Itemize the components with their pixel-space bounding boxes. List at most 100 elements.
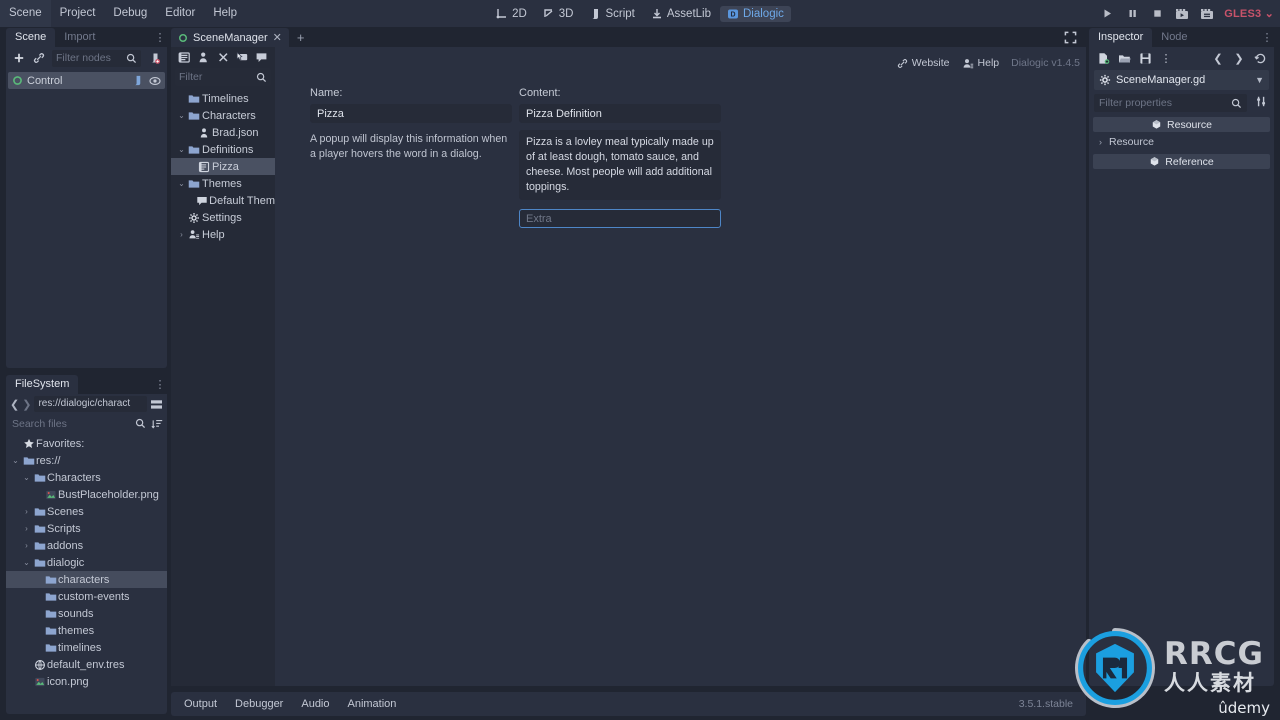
bottom-tab-audio[interactable]: Audio — [293, 696, 337, 712]
menu-debug[interactable]: Debug — [104, 0, 156, 27]
chevron-right-icon[interactable]: › — [21, 524, 32, 533]
plus-icon[interactable]: + — [289, 28, 313, 47]
dialogic-tree-row[interactable]: Default Them — [171, 192, 275, 209]
new-character-icon[interactable] — [194, 48, 212, 67]
new-theme-icon[interactable] — [253, 48, 271, 67]
dialogic-tree-row[interactable]: Settings — [171, 209, 275, 226]
dialogic-tree-row[interactable]: Timelines — [171, 90, 275, 107]
tab-inspector[interactable]: Inspector — [1089, 28, 1153, 47]
chevron-right-icon[interactable]: › — [1096, 137, 1105, 147]
scene-tab-scenemanager[interactable]: SceneManager ✕ — [171, 28, 289, 47]
object-options-icon[interactable] — [1256, 95, 1269, 108]
website-link[interactable]: Website — [897, 57, 950, 69]
tab-filesystem[interactable]: FileSystem — [6, 375, 79, 394]
mode-button-assetlib[interactable]: AssetLib — [644, 6, 718, 22]
dialogic-tree-row[interactable]: › Help — [171, 226, 275, 243]
filesystem-row[interactable]: › addons — [6, 537, 167, 554]
chevron-down-icon[interactable]: ▼ — [1255, 75, 1264, 85]
pause-icon[interactable] — [1124, 6, 1140, 22]
filesystem-row[interactable]: characters — [6, 571, 167, 588]
definition-name-input[interactable]: Pizza — [310, 104, 512, 123]
menu-help[interactable]: Help — [204, 0, 246, 27]
filesystem-row[interactable]: themes — [6, 622, 167, 639]
dialogic-filter-input[interactable]: Filter — [175, 68, 271, 86]
bottom-tab-debugger[interactable]: Debugger — [227, 696, 291, 712]
scene-filter-input[interactable]: Filter nodes — [52, 49, 141, 67]
dialogic-tree-row[interactable]: ⌄ Characters — [171, 107, 275, 124]
save-icon[interactable] — [1136, 49, 1154, 67]
script-icon[interactable] — [132, 75, 143, 86]
new-resource-icon[interactable] — [1094, 49, 1112, 67]
filesystem-row[interactable]: custom-events — [6, 588, 167, 605]
menu-scene[interactable]: Scene — [0, 0, 51, 27]
tab-node[interactable]: Node — [1152, 28, 1196, 47]
filesystem-row[interactable]: ⌄ dialogic — [6, 554, 167, 571]
play-icon[interactable] — [1099, 6, 1115, 22]
vertical-dots-icon[interactable]: ⋮ — [1157, 49, 1175, 67]
filesystem-row[interactable]: default_env.tres — [6, 656, 167, 673]
filesystem-row[interactable]: Favorites: — [6, 435, 167, 452]
split-mode-icon[interactable] — [150, 399, 163, 410]
chevron-down-icon[interactable]: ⌄ — [21, 558, 32, 567]
filesystem-row[interactable]: › Scripts — [6, 520, 167, 537]
definition-content-title-input[interactable]: Pizza Definition — [519, 104, 721, 123]
mode-button-dialogic[interactable]: D Dialogic — [720, 5, 791, 22]
chevron-down-icon[interactable]: ⌄ — [10, 456, 21, 465]
attach-script-icon[interactable] — [145, 49, 163, 67]
bottom-tab-output[interactable]: Output — [176, 696, 225, 712]
distraction-free-icon[interactable] — [1055, 28, 1086, 47]
vertical-dots-icon[interactable]: ⋮ — [153, 375, 167, 394]
chevron-right-icon[interactable]: ❯ — [22, 398, 31, 411]
new-glossary-icon[interactable] — [233, 48, 251, 67]
chevron-right-icon[interactable]: › — [177, 230, 186, 239]
inspector-category[interactable]: Resource — [1093, 117, 1270, 132]
chevron-down-icon[interactable]: ⌄ — [177, 145, 186, 154]
filesystem-row[interactable]: BustPlaceholder.png — [6, 486, 167, 503]
inspector-resource-header[interactable]: SceneManager.gd ▼ — [1094, 70, 1269, 90]
inspector-group[interactable]: › Resource — [1093, 134, 1270, 149]
play-scene-icon[interactable] — [1174, 6, 1190, 22]
definition-extra-input[interactable]: Extra — [519, 209, 721, 228]
filesystem-path-value[interactable]: res://dialogic/charact — [34, 396, 147, 412]
filesystem-row[interactable]: sounds — [6, 605, 167, 622]
history-icon[interactable] — [1251, 49, 1269, 67]
new-definition-icon[interactable] — [214, 48, 232, 67]
mode-button-script[interactable]: Script — [582, 6, 641, 22]
stop-icon[interactable] — [1149, 6, 1165, 22]
plus-icon[interactable] — [10, 49, 28, 67]
new-timeline-icon[interactable] — [175, 48, 193, 67]
chevron-right-icon[interactable]: › — [21, 541, 32, 550]
eye-icon[interactable] — [149, 76, 161, 86]
filesystem-row[interactable]: timelines — [6, 639, 167, 656]
dialogic-tree-row[interactable]: ⌄ Definitions — [171, 141, 275, 158]
menu-editor[interactable]: Editor — [156, 0, 204, 27]
tab-import[interactable]: Import — [55, 28, 104, 47]
sort-icon[interactable] — [151, 418, 163, 430]
bottom-tab-animation[interactable]: Animation — [340, 696, 405, 712]
chevron-right-icon[interactable]: ❯ — [1230, 49, 1248, 67]
chevron-right-icon[interactable]: › — [21, 507, 32, 516]
definition-content-body-input[interactable]: Pizza is a lovley meal typically made up… — [519, 130, 721, 200]
menu-project[interactable]: Project — [51, 0, 105, 27]
renderer-selector[interactable]: GLES3 ⌄ — [1224, 7, 1274, 20]
play-custom-scene-icon[interactable] — [1199, 6, 1215, 22]
help-link[interactable]: Help — [962, 57, 999, 69]
filesystem-row[interactable]: ⌄ res:// — [6, 452, 167, 469]
filesystem-row[interactable]: icon.png — [6, 673, 167, 690]
dialogic-tree-row[interactable]: Brad.json — [171, 124, 275, 141]
close-icon[interactable]: ✕ — [273, 31, 282, 44]
inspector-filter-input[interactable]: Filter properties — [1094, 94, 1247, 112]
folder-open-icon[interactable] — [1115, 49, 1133, 67]
inspector-category[interactable]: Reference — [1093, 154, 1270, 169]
vertical-dots-icon[interactable]: ⋮ — [153, 28, 167, 47]
instance-child-scene-icon[interactable] — [30, 49, 48, 67]
scene-tree-row-control[interactable]: Control — [8, 72, 165, 89]
dialogic-tree-row[interactable]: Pizza — [171, 158, 275, 175]
chevron-left-icon[interactable]: ❮ — [10, 398, 19, 411]
vertical-dots-icon[interactable]: ⋮ — [1260, 28, 1274, 47]
filesystem-row[interactable]: ⌄ Characters — [6, 469, 167, 486]
chevron-down-icon[interactable]: ⌄ — [177, 179, 186, 188]
filesystem-row[interactable]: › Scenes — [6, 503, 167, 520]
mode-button-2d[interactable]: 2D — [489, 6, 534, 22]
filesystem-search-input[interactable]: Search files — [10, 416, 148, 432]
